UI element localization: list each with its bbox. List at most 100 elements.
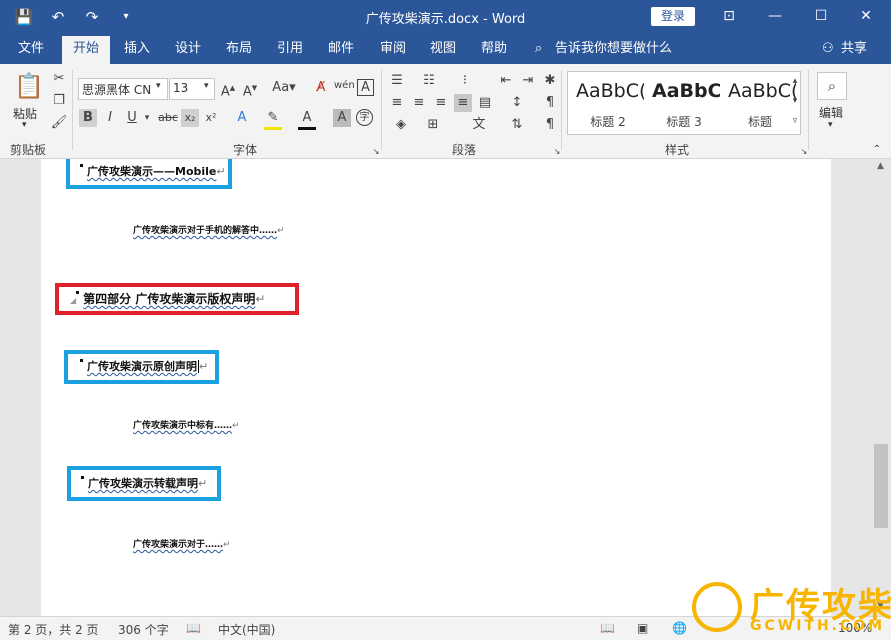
format-painter-icon[interactable]: 🖌 — [50, 114, 68, 132]
tab-mailings[interactable]: 邮件 — [328, 40, 354, 58]
cut-icon[interactable]: ✂ — [50, 70, 68, 88]
grow-font-icon[interactable]: A▲ — [219, 79, 237, 101]
enclose-char-icon[interactable]: 字 — [356, 109, 373, 126]
text-effects-icon[interactable]: A — [233, 109, 251, 127]
char-border-icon[interactable]: A — [357, 79, 374, 96]
shrink-font-icon[interactable]: A▼ — [241, 79, 259, 101]
strikethrough-icon[interactable]: abc — [157, 109, 179, 127]
italic-icon[interactable]: I — [101, 109, 119, 127]
proofing-icon[interactable]: 📖 — [186, 621, 201, 635]
clear-format-icon[interactable]: A̸ — [312, 79, 330, 97]
chevron-down-icon: ▾ — [156, 81, 161, 91]
word-count[interactable]: 306 个字 — [118, 621, 169, 638]
ribbon-display-icon[interactable]: ⊡ — [717, 5, 741, 27]
print-layout-icon[interactable]: ▣ — [637, 621, 648, 635]
body-text-content: 广传攻柴演示对于手机的解答中…… — [133, 226, 278, 236]
font-size-select[interactable]: 13 ▾ — [169, 78, 215, 100]
user-icon[interactable]: ⚇ — [822, 40, 834, 58]
tab-references[interactable]: 引用 — [277, 40, 303, 58]
paste-dropdown-icon[interactable]: ▾ — [22, 120, 27, 130]
web-layout-icon[interactable]: 🌐 — [672, 621, 687, 635]
font-name-select[interactable]: 思源黑体 CN ▾ — [78, 78, 168, 100]
align-center-icon[interactable]: ≡ — [410, 94, 428, 112]
heading-part-four[interactable]: ◢ 第四部分 广传攻柴演示版权声明↵ — [70, 290, 265, 307]
tab-design[interactable]: 设计 — [175, 40, 201, 58]
change-case-icon[interactable]: Aa▾ — [270, 79, 298, 97]
bullet — [80, 359, 83, 362]
increase-indent-icon[interactable]: ⇥ — [519, 72, 537, 90]
bullets-icon[interactable]: ☰ — [388, 72, 406, 90]
search-icon[interactable]: ⌕ — [535, 40, 542, 58]
scrollbar-thumb[interactable] — [874, 444, 888, 528]
heading-mobile[interactable]: 广传攻柴演示——Mobile↵ — [80, 163, 226, 179]
scroll-up-icon[interactable]: ▲ — [877, 161, 884, 171]
align-left-icon[interactable]: ≡ — [388, 94, 406, 112]
editing-button[interactable]: 编辑 — [819, 104, 843, 121]
language[interactable]: 中文(中国) — [218, 621, 275, 638]
superscript-icon[interactable]: x² — [202, 109, 220, 127]
styles-scroll-up-icon[interactable]: ▴ — [786, 72, 804, 90]
sort-icon[interactable]: ⇅ — [508, 116, 526, 134]
justify-icon[interactable]: ≡ — [454, 94, 472, 112]
tab-help[interactable]: 帮助 — [481, 40, 507, 58]
minimize-icon[interactable]: — — [763, 5, 787, 27]
subscript-icon[interactable]: x₂ — [181, 109, 199, 127]
body-text[interactable]: 广传攻柴演示对于……↵ — [133, 537, 231, 550]
highlight-icon[interactable]: ✎ — [264, 109, 282, 130]
phonetic-guide-icon[interactable]: wén — [334, 77, 355, 95]
shading-icon[interactable]: ◈ — [392, 116, 410, 134]
style-heading-2[interactable]: AaBbC( 标题 2 — [570, 72, 646, 132]
login-button[interactable]: 登录 — [651, 7, 695, 26]
align-right-icon[interactable]: ≡ — [432, 94, 450, 112]
tab-layout[interactable]: 布局 — [226, 40, 252, 58]
char-shading-icon[interactable]: A — [333, 109, 351, 127]
read-mode-icon[interactable]: 📖 — [600, 621, 615, 635]
tab-file[interactable]: 文件 — [18, 40, 44, 58]
chevron-down-icon[interactable]: ▾ — [138, 109, 156, 127]
show-marks-icon[interactable]: ¶ — [541, 94, 559, 112]
asian-typography-icon[interactable]: 文 — [470, 116, 488, 134]
paragraph-mark-icon[interactable]: ¶ — [541, 116, 559, 134]
decrease-indent-icon[interactable]: ⇤ — [497, 72, 515, 90]
borders-icon[interactable]: ⊞ — [424, 116, 442, 134]
styles-more-icon[interactable]: ▿ — [786, 112, 804, 130]
paste-icon[interactable]: 📋 — [14, 72, 44, 100]
line-spacing-icon[interactable]: ↕ — [508, 94, 526, 112]
title-bar: 💾 ↶ ↷ ▾ 广传攻柴演示.docx - Word 登录 ⊡ — ☐ ✕ — [0, 0, 891, 34]
style-sample: AaBbC( — [652, 80, 720, 102]
tab-view[interactable]: 视图 — [430, 40, 456, 58]
collapse-ribbon-icon[interactable]: ⌃ — [868, 141, 886, 159]
watermark-circle-icon — [692, 582, 742, 632]
bold-icon[interactable]: B — [79, 109, 97, 127]
tab-insert[interactable]: 插入 — [124, 40, 150, 58]
tell-me-search[interactable]: 告诉我你想要做什么 — [555, 40, 672, 58]
paragraph-mark: ↵ — [255, 292, 266, 306]
copy-icon[interactable]: ❐ — [50, 92, 68, 110]
tab-review[interactable]: 审阅 — [380, 40, 406, 58]
numbering-icon[interactable]: ☷ — [420, 72, 438, 90]
font-color-icon[interactable]: A — [298, 109, 316, 130]
collapse-triangle-icon[interactable]: ◢ — [70, 296, 76, 305]
find-icon[interactable]: ⌕ — [817, 72, 847, 100]
heading-reprint[interactable]: 广传攻柴演示转载声明↵ — [81, 475, 207, 491]
ribbon: 📋 粘贴 ▾ ✂ ❐ 🖌 剪贴板 思源黑体 CN ▾ 13 ▾ A▲ A▼ Aa… — [0, 64, 891, 159]
maximize-icon[interactable]: ☐ — [809, 5, 833, 27]
share-button[interactable]: 共享 — [841, 40, 867, 58]
styles-scroll-down-icon[interactable]: ▾ — [786, 92, 804, 110]
page-count[interactable]: 第 2 页，共 2 页 — [8, 621, 99, 638]
heading-original[interactable]: 广传攻柴演示原创声明 ↵ — [80, 358, 208, 374]
bullet — [81, 476, 84, 479]
document-page[interactable]: 广传攻柴演示——Mobile↵ 广传攻柴演示对于手机的解答中……↵ ◢ 第四部分 … — [41, 159, 831, 616]
distributed-icon[interactable]: ▤ — [476, 94, 494, 112]
paragraph-mark: ↵ — [199, 360, 209, 373]
tab-home[interactable]: 开始 — [62, 36, 110, 64]
close-icon[interactable]: ✕ — [854, 5, 878, 27]
vertical-scrollbar[interactable]: ▲ ▼ — [872, 159, 891, 616]
style-heading-3[interactable]: AaBbC( 标题 3 — [646, 72, 722, 132]
multilevel-list-icon[interactable]: ⁝ — [456, 72, 474, 90]
chinese-layout-icon[interactable]: ✱ — [541, 72, 559, 90]
chevron-down-icon[interactable]: ▾ — [828, 120, 833, 130]
body-text[interactable]: 广传攻柴演示中标有……↵ — [133, 418, 240, 431]
styles-gallery: AaBbC( 标题 2 AaBbC( 标题 3 AaBbC( 标题 — [567, 71, 801, 135]
body-text[interactable]: 广传攻柴演示对于手机的解答中……↵ — [133, 223, 285, 236]
